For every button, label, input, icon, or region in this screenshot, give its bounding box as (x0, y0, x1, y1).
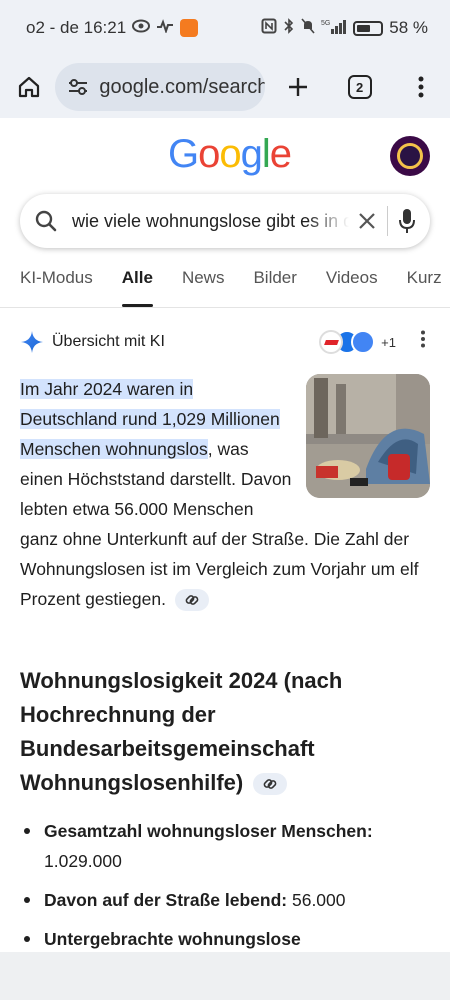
source-favicon[interactable] (351, 330, 376, 354)
carrier-time: o2 - de 16:21 (26, 18, 127, 37)
logo-letter: o (198, 132, 220, 176)
url-text: google.com/search (99, 75, 266, 98)
source-link-chip[interactable] (253, 773, 288, 796)
logo-letter: e (269, 132, 292, 176)
tab-alle[interactable]: Alle (121, 258, 154, 307)
homeless-street-image[interactable] (306, 374, 430, 498)
ai-overview-text: Im Jahr 2024 waren in Deutschland rund 1… (20, 374, 430, 614)
tab-count: 2 (347, 75, 372, 99)
search-icon (35, 210, 57, 232)
app-notification-icon (180, 19, 199, 37)
ai-overview-header: Übersicht mit KI +1 (20, 326, 430, 358)
status-bar: o2 - de 16:21 5G 58 % (0, 0, 450, 56)
tab-kurz[interactable]: Kurz (407, 258, 442, 307)
browser-toolbar: google.com/search 2 (0, 56, 450, 118)
stats-list: Gesamtzahl wohnungsloser Menschen: 1.029… (20, 816, 430, 963)
eye-icon (132, 19, 151, 37)
home-icon (18, 76, 39, 98)
list-item: Davon auf der Straße lebend: 56.000 (20, 885, 430, 915)
more-vertical-icon (418, 76, 424, 98)
source-link-chip[interactable] (174, 589, 209, 612)
google-header: Google (0, 132, 450, 182)
section-title-text: Wohnungslosigkeit 2024 (nach Hochrechnun… (20, 668, 343, 795)
mute-icon (301, 18, 315, 38)
ai-overview-title: Übersicht mit KI (52, 333, 165, 350)
search-divider (387, 206, 388, 236)
tab-videos[interactable]: Videos (326, 258, 378, 307)
list-item: Untergebrachte wohnungslose (20, 924, 430, 954)
link-icon (185, 595, 199, 606)
address-bar[interactable]: google.com/search (55, 63, 266, 111)
section-heading: Wohnungslosigkeit 2024 (nach Hochrechnun… (20, 664, 430, 800)
search-box[interactable]: wie viele wohnungslose gibt es in deutsc… (20, 194, 430, 248)
new-tab-button[interactable] (279, 67, 316, 107)
nfc-icon (261, 18, 277, 38)
battery-icon (353, 20, 384, 36)
voice-search-icon[interactable] (398, 208, 416, 234)
logo-letter: o (219, 132, 241, 176)
link-icon (264, 779, 277, 790)
search-input[interactable]: wie viele wohnungslose gibt es in deutsc… (72, 211, 349, 232)
tab-switcher-button[interactable]: 2 (341, 67, 378, 107)
list-item: Gesamtzahl wohnungsloser Menschen: 1.029… (20, 816, 430, 876)
logo-letter: G (168, 132, 199, 176)
heartbeat-icon (156, 19, 174, 37)
source-favicons[interactable]: +1 (319, 330, 396, 354)
more-vertical-icon[interactable] (420, 330, 426, 348)
list-item-value: 1.029.000 (44, 851, 122, 871)
svg-text:5G: 5G (321, 20, 330, 27)
search-tabs: KI-Modus Alle News Bilder Videos Kurz (0, 258, 450, 308)
account-avatar[interactable] (390, 136, 430, 176)
list-item-value: 56.000 (291, 890, 346, 910)
battery-percent: 58 % (389, 18, 428, 37)
ai-sparkle-icon (21, 331, 43, 353)
signal-icon: 5G (321, 18, 347, 38)
list-item-label: Gesamtzahl wohnungsloser Menschen: (44, 821, 373, 841)
bottom-navigation-area (0, 952, 450, 1000)
plus-icon (289, 78, 308, 96)
bluetooth-icon (283, 18, 295, 38)
source-favicon[interactable] (319, 330, 344, 354)
list-item-label: Davon auf der Straße lebend: (44, 890, 288, 910)
home-button[interactable] (10, 67, 47, 107)
clear-search-icon[interactable] (357, 211, 377, 231)
tab-bilder[interactable]: Bilder (253, 258, 296, 307)
more-sources-count[interactable]: +1 (381, 335, 396, 350)
browser-menu-button[interactable] (403, 67, 440, 107)
google-logo[interactable]: Google (168, 132, 292, 177)
list-item-label: Untergebrachte wohnungslose (44, 929, 301, 949)
site-settings-icon[interactable] (67, 78, 89, 96)
tab-news[interactable]: News (182, 258, 225, 307)
logo-letter: l (261, 132, 271, 176)
tab-ki-modus[interactable]: KI-Modus (20, 258, 93, 307)
logo-letter: g (240, 132, 263, 176)
